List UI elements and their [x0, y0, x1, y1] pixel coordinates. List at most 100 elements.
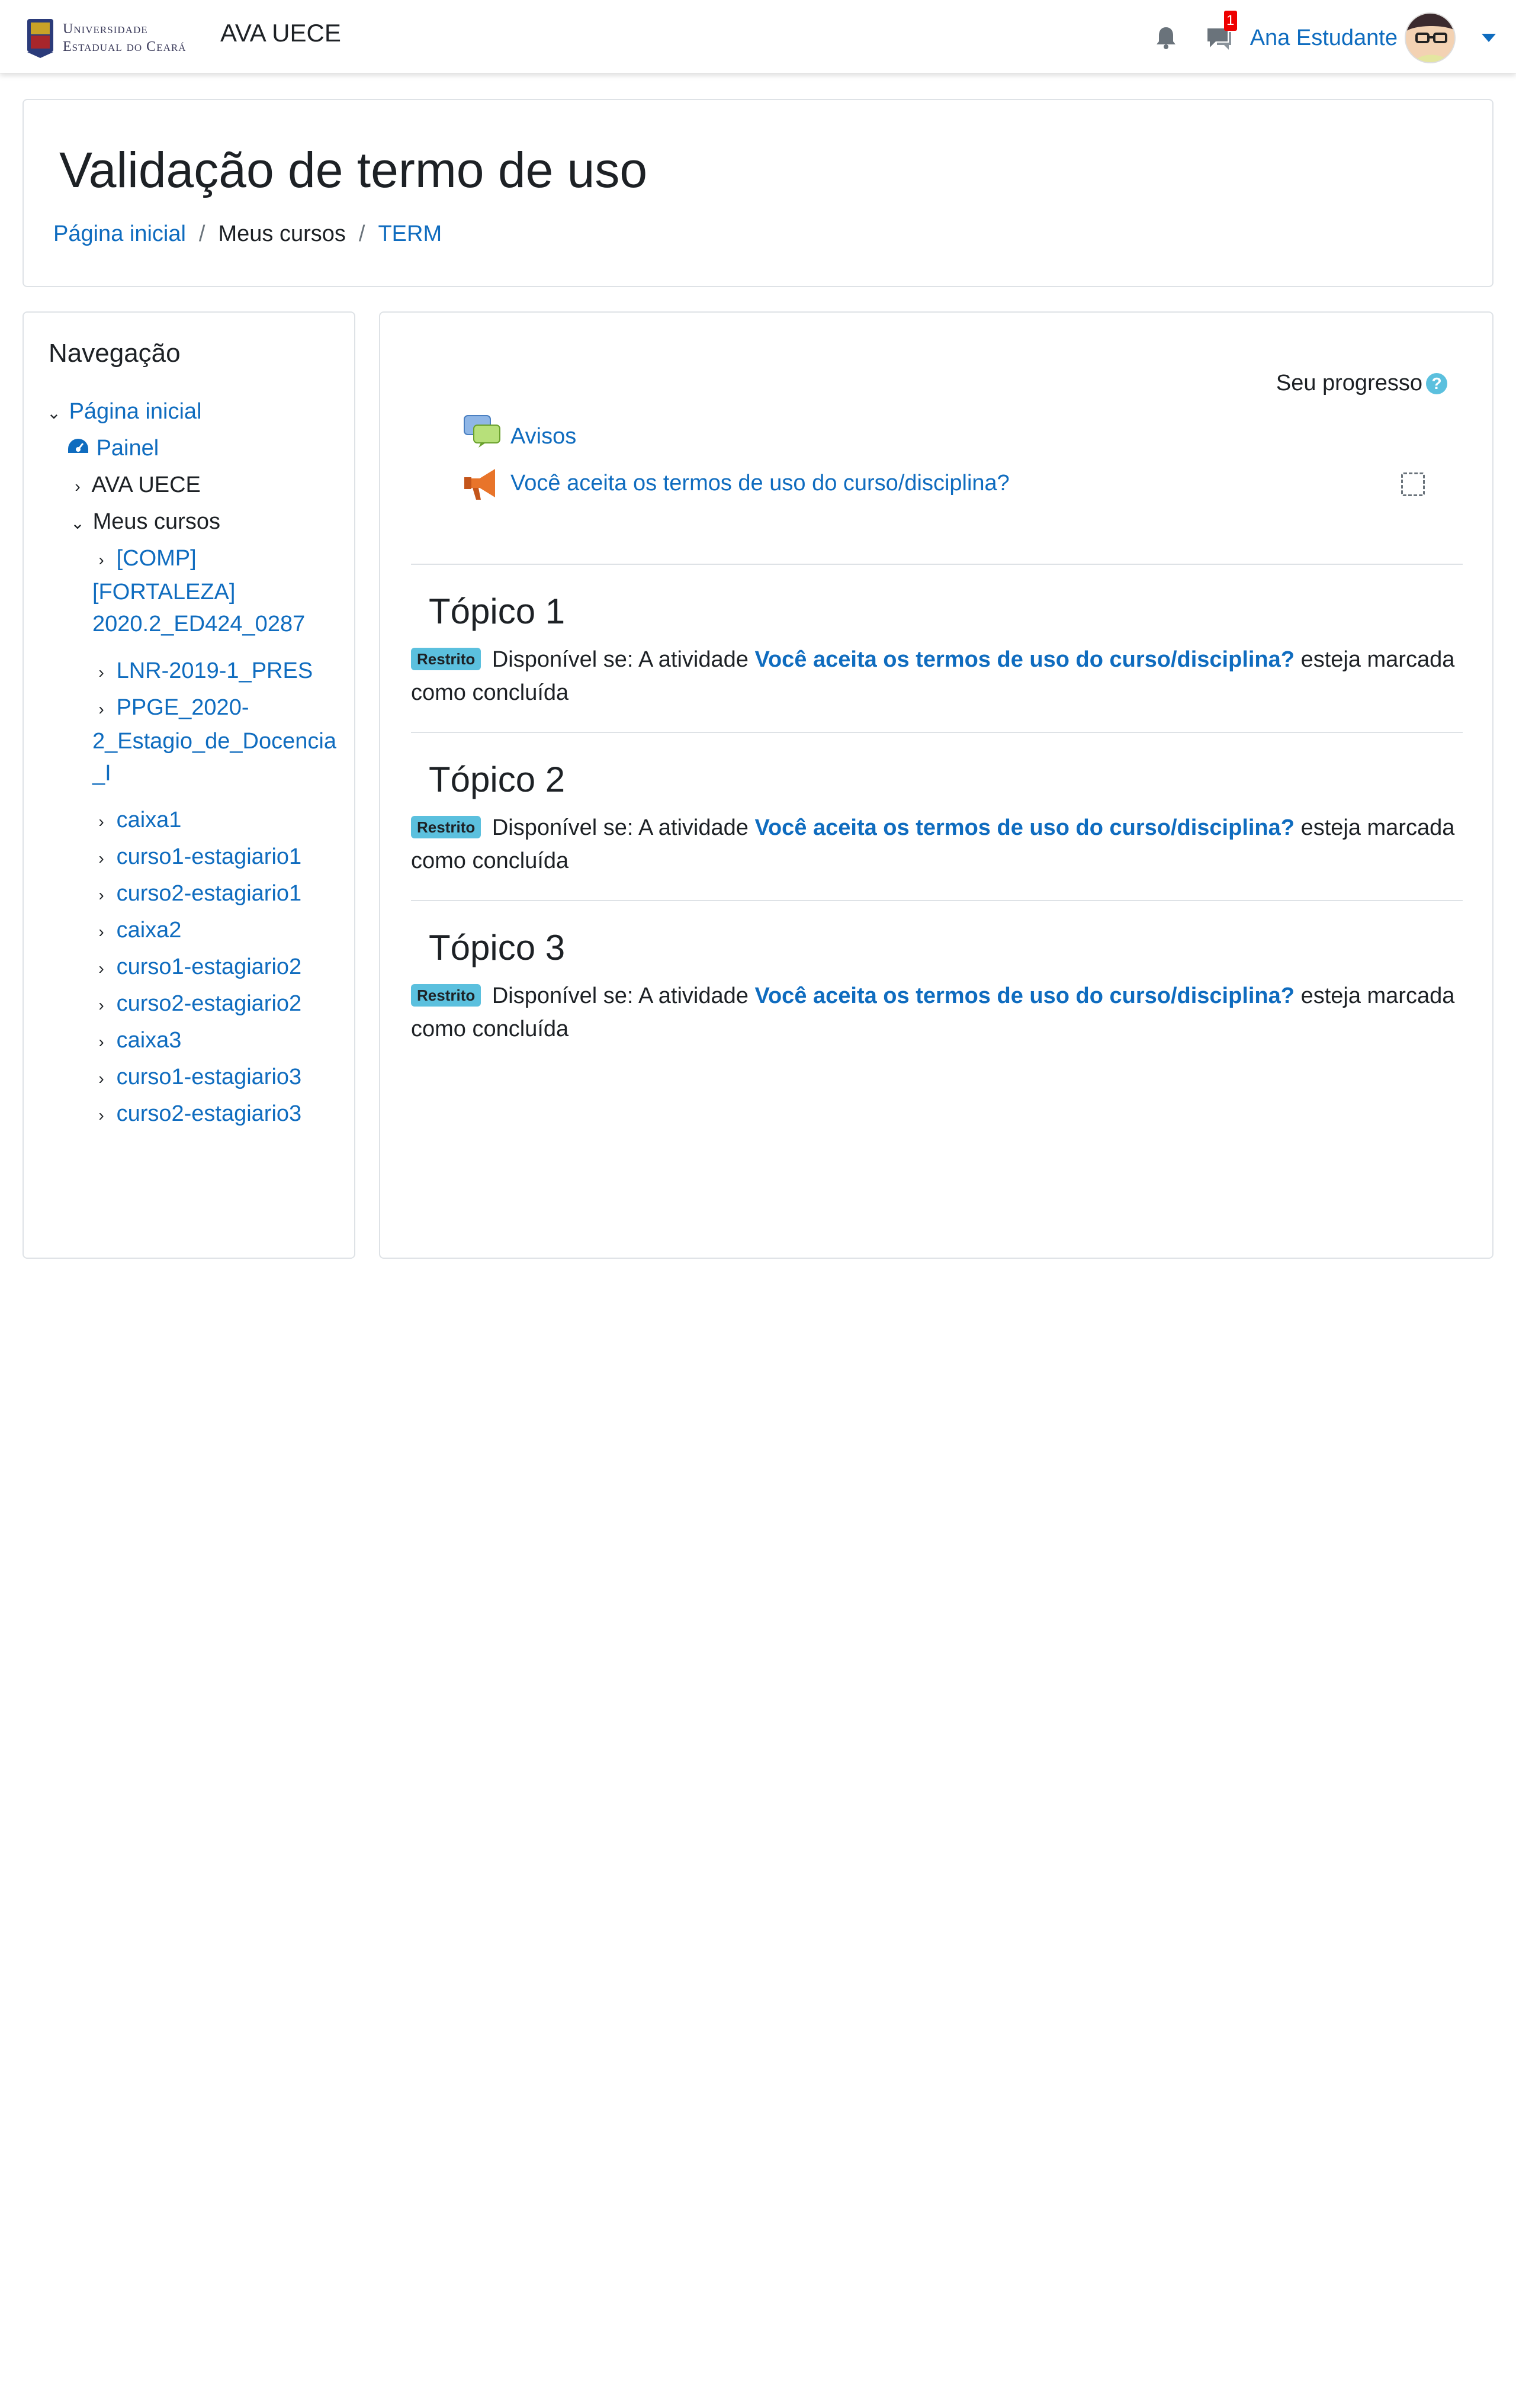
topic-title: Tópico 2: [429, 760, 566, 799]
nav-course-curso1-estagiario2[interactable]: › curso1-estagiario2: [92, 951, 301, 985]
nav-item-my-courses[interactable]: ⌄ Meus cursos: [69, 506, 220, 539]
nav-course-label[interactable]: LNR-2019-1_PRES: [117, 658, 313, 683]
restriction-prefix: Disponível se: A atividade: [492, 647, 749, 672]
logo-text: Universidade Estadual do Ceará: [63, 20, 186, 56]
section-divider: [411, 900, 1463, 901]
chevron-right-icon[interactable]: ›: [92, 657, 110, 689]
nav-course-ppge[interactable]: › PPGE_2020- 2_Estagio_de_Docencia _I: [92, 692, 353, 789]
nav-course-label[interactable]: caixa2: [117, 918, 182, 943]
page-header: Validação de termo de uso Página inicial…: [23, 99, 1493, 287]
chevron-right-icon[interactable]: ›: [92, 916, 110, 948]
breadcrumb-my-courses: Meus cursos: [218, 221, 346, 246]
nav-course-curso2-estagiario1[interactable]: › curso2-estagiario1: [92, 877, 301, 911]
activity-label[interactable]: Avisos: [510, 424, 576, 449]
chevron-right-icon[interactable]: ›: [92, 544, 110, 576]
restriction-activity-link[interactable]: Você aceita os termos de uso do curso/di…: [754, 647, 1295, 672]
nav-item-home[interactable]: ⌄ Página inicial: [45, 396, 201, 429]
activity-label[interactable]: Você aceita os termos de uso do curso/di…: [510, 471, 1010, 496]
nav-course-label[interactable]: curso1-estagiario1: [117, 844, 302, 869]
chevron-right-icon[interactable]: ›: [92, 1026, 110, 1058]
chevron-right-icon[interactable]: ›: [92, 843, 110, 875]
progress-label: Seu progresso: [1276, 371, 1422, 396]
nav-course-label-3[interactable]: 2020.2_ED424_0287: [92, 612, 305, 636]
dashboard-icon: [68, 439, 88, 453]
university-logo[interactable]: Universidade Estadual do Ceará: [25, 17, 186, 59]
nav-course-label[interactable]: caixa1: [117, 808, 182, 832]
chevron-down-icon[interactable]: ⌄: [45, 397, 63, 429]
nav-course-caixa2[interactable]: › caixa2: [92, 914, 181, 948]
user-menu-caret-icon[interactable]: [1482, 34, 1496, 42]
chevron-right-icon[interactable]: ›: [92, 806, 110, 838]
messages-badge: 1: [1223, 11, 1237, 31]
user-avatar-icon: [1406, 14, 1454, 62]
nav-course-label-2[interactable]: 2_Estagio_de_Docencia: [92, 729, 336, 754]
chevron-right-icon[interactable]: ›: [92, 693, 110, 725]
activity-avisos[interactable]: Avisos: [463, 412, 576, 449]
site-name[interactable]: AVA UECE: [220, 19, 341, 47]
chevron-right-icon[interactable]: ›: [92, 989, 110, 1021]
nav-item-label: Meus cursos: [92, 509, 220, 534]
chevron-right-icon[interactable]: ›: [92, 953, 110, 985]
nav-course-label[interactable]: curso2-estagiario1: [117, 881, 302, 906]
nav-course-curso2-estagiario2[interactable]: › curso2-estagiario2: [92, 988, 301, 1021]
restriction-prefix: Disponível se: A atividade: [492, 815, 749, 840]
topic-title: Tópico 1: [429, 591, 566, 631]
restricted-badge: Restrito: [411, 816, 481, 838]
topic-title: Tópico 3: [429, 928, 566, 967]
nav-course-label[interactable]: curso2-estagiario3: [117, 1101, 302, 1126]
nav-course-label[interactable]: PPGE_2020-: [117, 695, 249, 720]
course-content: Seu progresso ? Avisos Você aceita os te…: [379, 311, 1493, 1259]
nav-course-label[interactable]: curso1-estagiario3: [117, 1065, 302, 1089]
chevron-right-icon[interactable]: ›: [92, 879, 110, 911]
restriction-info: Restrito Disponível se: A atividade Você…: [411, 811, 1465, 877]
crest-icon: [27, 19, 53, 58]
breadcrumb-separator: /: [358, 221, 365, 246]
breadcrumb-home[interactable]: Página inicial: [53, 221, 186, 247]
user-name[interactable]: Ana Estudante: [1250, 25, 1398, 51]
help-icon[interactable]: ?: [1426, 372, 1447, 394]
section-divider: [411, 564, 1463, 565]
logo-line-1: Universidade: [63, 21, 148, 37]
nav-item-dashboard[interactable]: Painel: [66, 432, 159, 464]
restriction-activity-link[interactable]: Você aceita os termos de uso do curso/di…: [754, 983, 1295, 1008]
chevron-right-icon[interactable]: ›: [69, 471, 86, 503]
bell-icon[interactable]: [1153, 25, 1179, 51]
nav-course-comp[interactable]: › [COMP] [FORTALEZA] 2020.2_ED424_0287: [92, 542, 341, 640]
breadcrumb-separator: /: [198, 221, 205, 246]
logo-line-2: Estadual do Ceará: [63, 39, 187, 54]
nav-course-label-3[interactable]: _I: [92, 761, 111, 786]
restriction-activity-link[interactable]: Você aceita os termos de uso do curso/di…: [754, 815, 1295, 840]
megaphone-icon: [464, 469, 495, 500]
nav-course-curso1-estagiario3[interactable]: › curso1-estagiario3: [92, 1061, 301, 1095]
nav-course-curso1-estagiario1[interactable]: › curso1-estagiario1: [92, 841, 301, 875]
messages-button[interactable]: 1: [1205, 11, 1237, 52]
nav-item-label[interactable]: Página inicial: [69, 399, 202, 424]
nav-course-label-2[interactable]: [FORTALEZA]: [47, 576, 235, 608]
nav-course-lnr[interactable]: › LNR-2019-1_PRES: [92, 655, 313, 689]
chevron-down-icon[interactable]: ⌄: [69, 507, 86, 539]
avatar[interactable]: [1405, 12, 1456, 63]
nav-course-label[interactable]: curso2-estagiario2: [117, 991, 302, 1016]
nav-item-label: AVA UECE: [91, 472, 201, 497]
nav-item-site[interactable]: › AVA UECE: [69, 469, 201, 503]
chevron-right-icon[interactable]: ›: [92, 1099, 110, 1131]
navigation-title: Navegação: [49, 339, 181, 368]
restriction-info: Restrito Disponível se: A atividade Você…: [411, 979, 1465, 1046]
restricted-badge: Restrito: [411, 984, 481, 1007]
breadcrumb: Página inicial / Meus cursos / TERM: [53, 221, 442, 247]
nav-course-caixa1[interactable]: › caixa1: [92, 804, 181, 838]
navbar-user-area: 1 Ana Estudante: [1153, 11, 1496, 63]
breadcrumb-course[interactable]: TERM: [378, 221, 442, 247]
activity-terms[interactable]: Você aceita os termos de uso do curso/di…: [463, 465, 1010, 501]
chevron-right-icon[interactable]: ›: [92, 1063, 110, 1095]
top-navbar: Universidade Estadual do Ceará AVA UECE …: [0, 0, 1516, 73]
completion-checkbox[interactable]: [1401, 472, 1425, 496]
page-title: Validação de termo de uso: [59, 142, 648, 198]
nav-course-label[interactable]: caixa3: [117, 1028, 182, 1053]
nav-course-label[interactable]: curso1-estagiario2: [117, 954, 302, 979]
nav-course-caixa3[interactable]: › caixa3: [92, 1024, 181, 1058]
section-divider: [411, 732, 1463, 733]
nav-course-curso2-estagiario3[interactable]: › curso2-estagiario3: [92, 1098, 301, 1131]
nav-item-label[interactable]: Painel: [97, 436, 159, 461]
nav-course-label[interactable]: [COMP]: [117, 546, 197, 571]
